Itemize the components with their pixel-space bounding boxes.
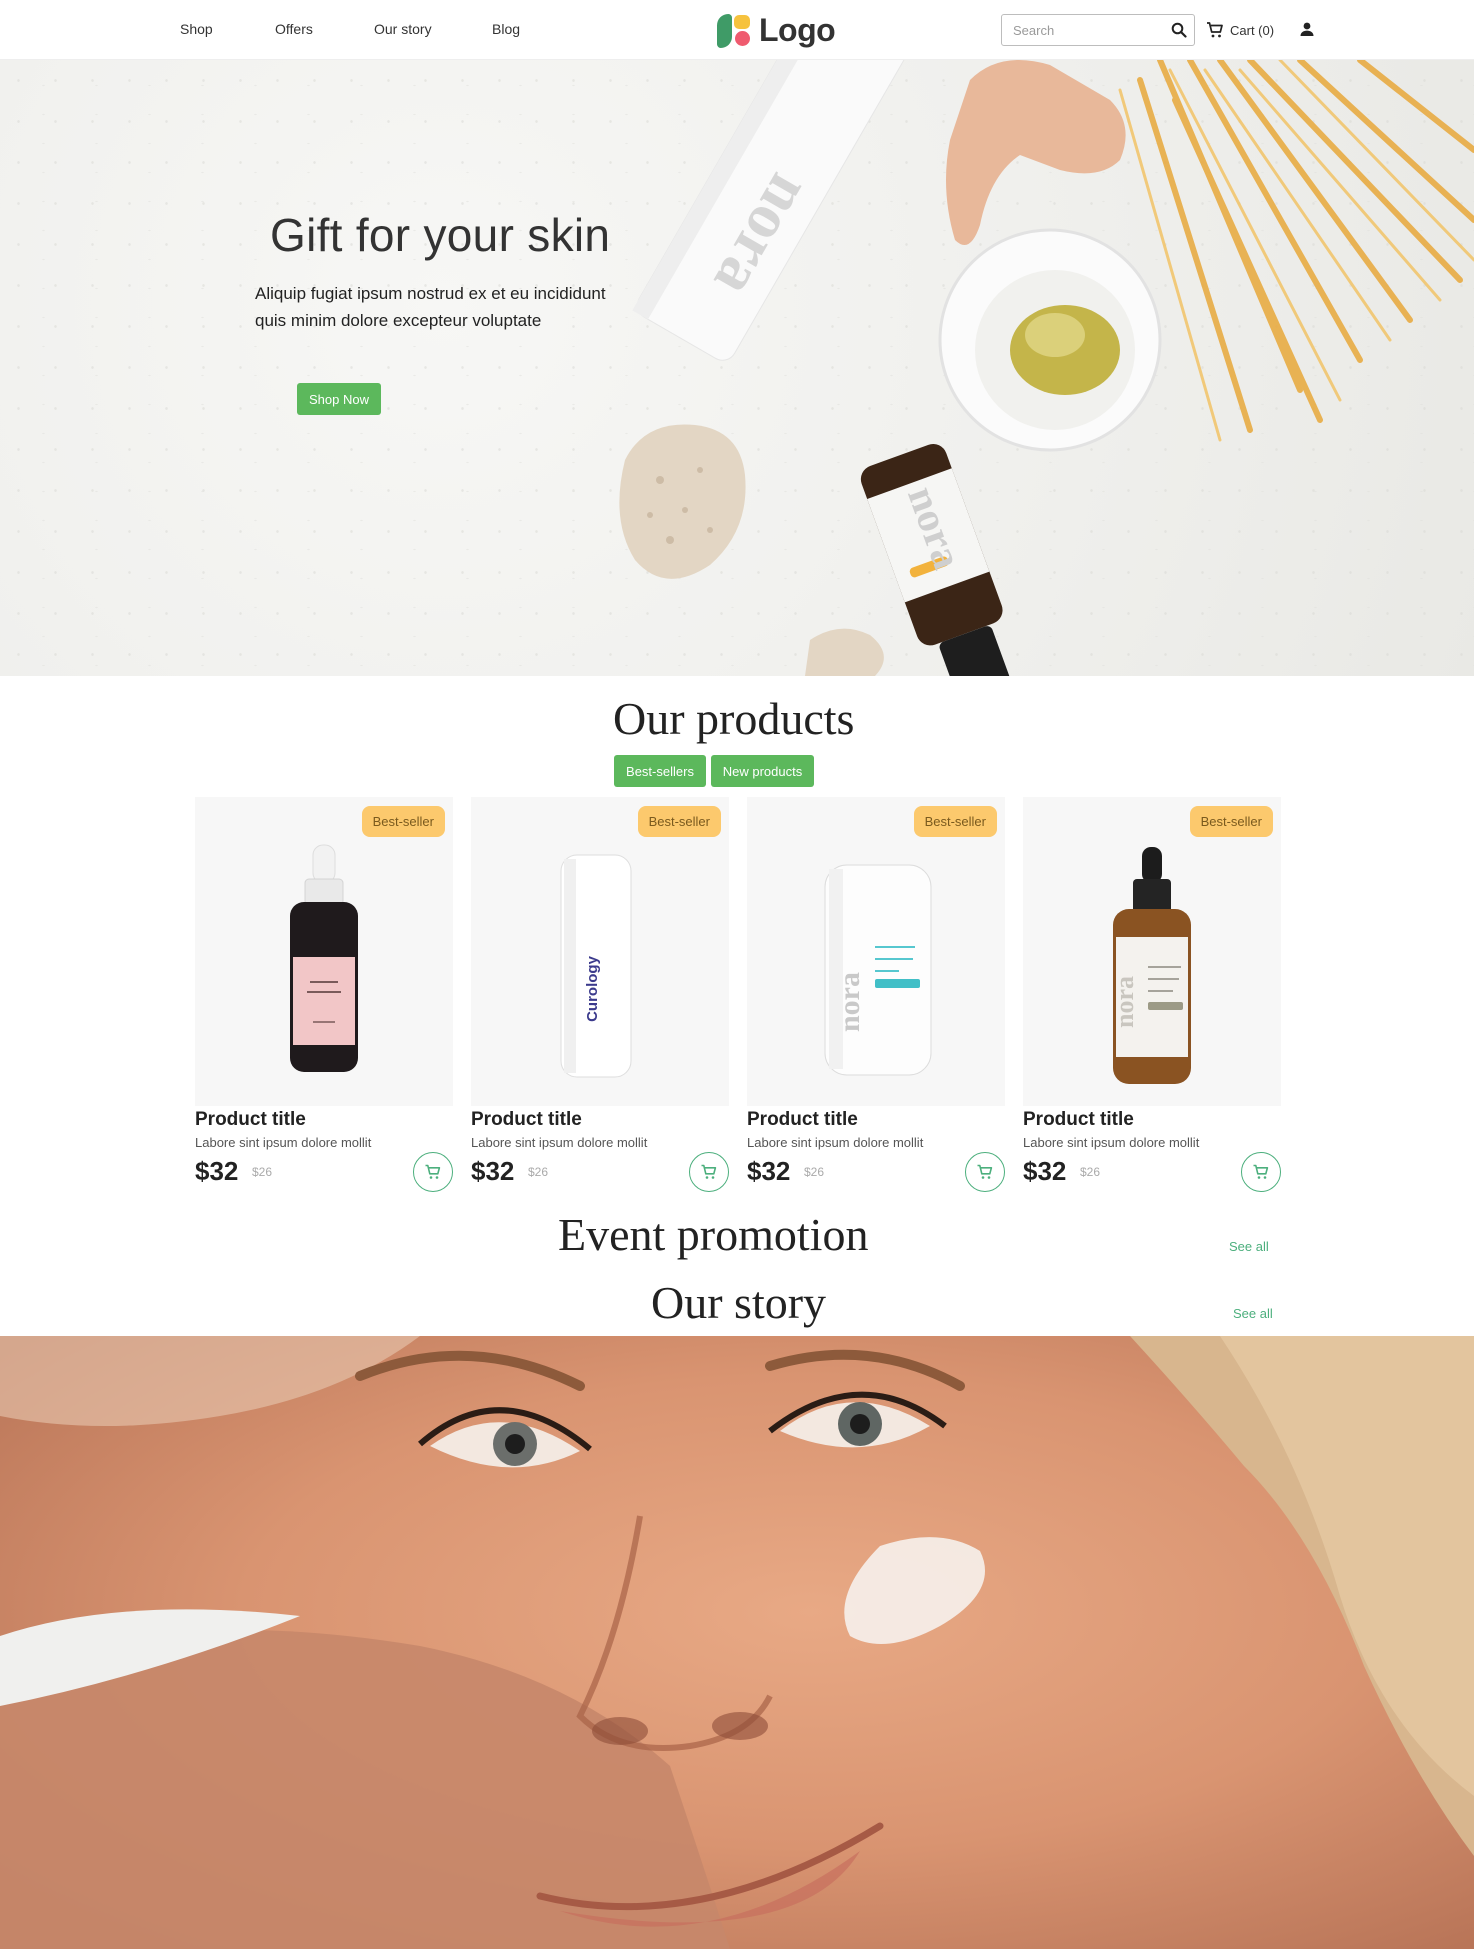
add-to-cart-button[interactable] — [965, 1152, 1005, 1192]
site-header: Shop Offers Our story Blog Logo Cart (0) — [0, 0, 1474, 60]
product-description: Labore sint ipsum dolore mollit — [471, 1135, 648, 1150]
logo-text: Logo — [759, 11, 836, 48]
add-to-cart-button[interactable] — [689, 1152, 729, 1192]
hero-subtitle: Aliquip fugiat ipsum nostrud ex et eu in… — [255, 280, 655, 334]
hero-product-photo: nora nora — [619, 60, 1474, 676]
event-promotion-title: Event promotion — [558, 1209, 869, 1260]
hero-banner: nora nora Gift for your skin Aliquip fug… — [0, 60, 1474, 676]
user-icon[interactable] — [1298, 20, 1316, 38]
hero-title: Gift for your skin — [270, 209, 611, 261]
search-icon[interactable] — [1171, 22, 1187, 38]
shop-now-button[interactable]: Shop Now — [297, 383, 381, 415]
product-title[interactable]: Product title — [471, 1109, 582, 1131]
product-title[interactable]: Product title — [195, 1109, 306, 1131]
product-card[interactable]: nora Best-seller Product title Labore si… — [747, 797, 1005, 1197]
product-old-price: $26 — [804, 1165, 825, 1179]
cart-icon — [977, 1164, 993, 1179]
cart-label: Cart (0) — [1230, 22, 1275, 38]
product-image[interactable]: Best-seller — [195, 797, 453, 1106]
product-description: Labore sint ipsum dolore mollit — [195, 1135, 372, 1150]
cart-icon — [425, 1164, 441, 1179]
product-price: $32 — [195, 1156, 239, 1186]
event-see-all-link[interactable]: See all — [1229, 1239, 1269, 1254]
cart-icon — [701, 1164, 717, 1179]
product-image[interactable]: nora Best-seller — [1023, 797, 1281, 1106]
product-card[interactable]: Curology Best-seller Product title Labor… — [471, 797, 729, 1197]
svg-text:Curology: Curology — [584, 955, 601, 1021]
product-title[interactable]: Product title — [747, 1109, 858, 1131]
hero-subtitle-line1: Aliquip fugiat ipsum nostrud ex et eu in… — [255, 284, 606, 303]
product-card[interactable]: nora Best-seller Product title Labore si… — [1023, 797, 1281, 1197]
nav-our-story[interactable]: Our story — [374, 21, 432, 37]
product-image[interactable]: Curology Best-seller — [471, 797, 729, 1106]
product-description: Labore sint ipsum dolore mollit — [747, 1135, 924, 1150]
best-seller-badge: Best-seller — [637, 806, 721, 837]
product-card[interactable]: Best-seller Product title Labore sint ip… — [195, 797, 453, 1197]
product-price: $32 — [471, 1156, 515, 1186]
tab-best-sellers[interactable]: Best-sellers — [614, 755, 706, 787]
nav-blog[interactable]: Blog — [492, 21, 520, 37]
cart-icon — [1253, 1164, 1269, 1179]
search-input[interactable] — [1002, 15, 1162, 45]
svg-text:nora: nora — [1110, 976, 1139, 1028]
product-price: $32 — [1023, 1156, 1067, 1186]
tab-new-products[interactable]: New products — [711, 755, 814, 787]
products-title: Our products — [613, 693, 855, 744]
add-to-cart-button[interactable] — [413, 1152, 453, 1192]
our-story-title: Our story — [651, 1277, 827, 1328]
cart-icon — [1207, 22, 1223, 38]
product-image[interactable]: nora Best-seller — [747, 797, 1005, 1106]
product-title[interactable]: Product title — [1023, 1109, 1134, 1131]
best-seller-badge: Best-seller — [1189, 806, 1273, 837]
best-seller-badge: Best-seller — [913, 806, 997, 837]
cart-button[interactable]: Cart (0) — [1206, 19, 1274, 41]
best-seller-badge: Best-seller — [361, 806, 445, 837]
our-story-photo — [0, 1336, 1474, 1949]
product-old-price: $26 — [1080, 1165, 1101, 1179]
logo[interactable]: Logo — [717, 10, 836, 50]
product-description: Labore sint ipsum dolore mollit — [1023, 1135, 1200, 1150]
add-to-cart-button[interactable] — [1241, 1152, 1281, 1192]
logo-mark-icon — [717, 12, 753, 48]
nav-shop[interactable]: Shop — [180, 21, 213, 37]
product-price: $32 — [747, 1156, 791, 1186]
svg-text:nora: nora — [833, 972, 866, 1032]
story-see-all-link[interactable]: See all — [1233, 1306, 1273, 1321]
search-box — [1001, 14, 1195, 46]
hero-subtitle-line2: quis minim dolore excepteur voluptate — [255, 311, 542, 330]
product-old-price: $26 — [252, 1165, 273, 1179]
product-old-price: $26 — [528, 1165, 549, 1179]
nav-offers[interactable]: Offers — [275, 21, 313, 37]
